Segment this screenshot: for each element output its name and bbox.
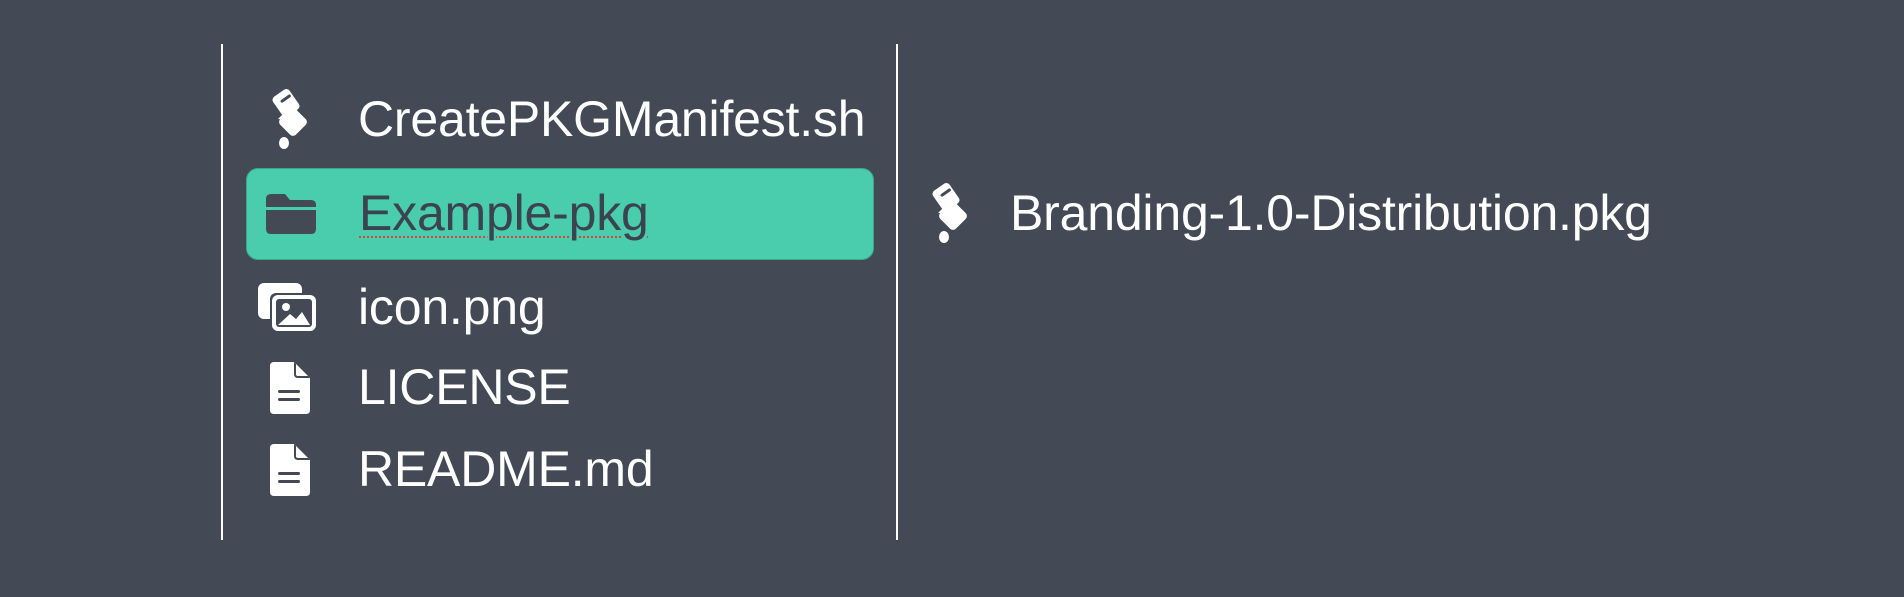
list-item-license[interactable]: LICENSE xyxy=(246,342,874,434)
script-icon xyxy=(928,183,974,245)
list-item-readme[interactable]: README.md xyxy=(246,424,874,516)
list-item-branding-distribution[interactable]: Branding-1.0-Distribution.pkg xyxy=(920,168,1820,260)
document-icon xyxy=(268,360,312,416)
middle-column-divider xyxy=(896,44,898,540)
left-column-divider xyxy=(221,44,223,540)
file-name-label: README.md xyxy=(358,441,654,497)
script-icon xyxy=(268,89,314,151)
list-item-createpkgmanifest[interactable]: CreatePKGManifest.sh xyxy=(246,74,874,166)
list-item-example-pkg[interactable]: Example-pkg xyxy=(246,168,874,260)
file-name-label: LICENSE xyxy=(358,359,571,415)
images-icon xyxy=(256,281,320,335)
list-item-icon-png[interactable]: icon.png xyxy=(246,262,874,354)
document-icon xyxy=(268,442,312,498)
file-name-label: icon.png xyxy=(358,279,546,335)
file-name-label: CreatePKGManifest.sh xyxy=(358,91,866,147)
folder-icon xyxy=(263,191,319,237)
file-name-label: Branding-1.0-Distribution.pkg xyxy=(1010,185,1652,241)
file-name-label: Example-pkg xyxy=(359,185,649,241)
